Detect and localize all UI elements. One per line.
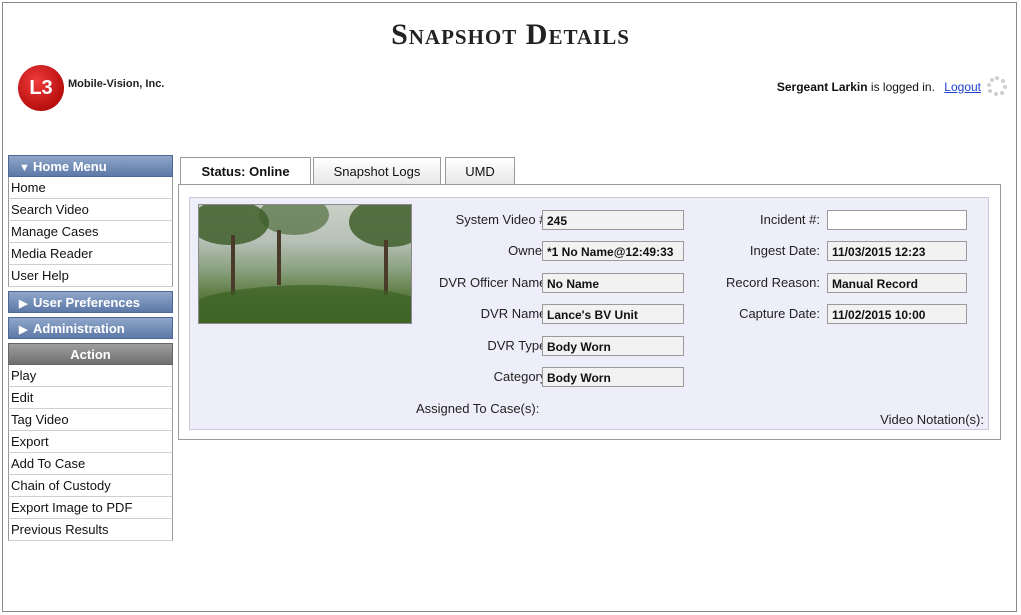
capture-date-label: Capture Date: [739, 306, 820, 321]
dvr-officer-field: No Name [542, 273, 684, 293]
home-menu-label: Home Menu [33, 159, 107, 174]
administration-label: Administration [33, 321, 125, 336]
ingest-date-label: Ingest Date: [749, 243, 820, 258]
user-name: Sergeant Larkin [776, 80, 868, 94]
action-item-tag-video[interactable]: Tag Video [8, 409, 173, 431]
action-item-play[interactable]: Play [8, 365, 173, 387]
menu-item-media-reader[interactable]: Media Reader [8, 243, 173, 265]
category-field: Body Worn [542, 367, 684, 387]
system-video-field: 245 [542, 210, 684, 230]
logout-link[interactable]: Logout [944, 80, 981, 94]
home-menu-header[interactable]: ▼ Home Menu [8, 155, 173, 177]
system-video-label: System Video #: [455, 212, 550, 227]
record-reason-label: Record Reason: [726, 275, 820, 290]
category-label: Category: [493, 369, 550, 384]
dvr-name-field: Lance's BV Unit [542, 304, 684, 324]
menu-item-user-help[interactable]: User Help [8, 265, 173, 287]
user-preferences-header[interactable]: ▶ User Preferences [8, 291, 173, 313]
assigned-cases-label: Assigned To Case(s): [416, 401, 540, 416]
menu-item-manage-cases[interactable]: Manage Cases [8, 221, 173, 243]
expand-right-icon: ▶ [19, 298, 28, 310]
page-title: Snapshot Details [391, 18, 630, 51]
dvr-type-label: DVR Type: [487, 338, 550, 353]
dvr-type-field: Body Worn [542, 336, 684, 356]
owner-field: *1 No Name@12:49:33 [542, 241, 684, 261]
user-preferences-label: User Preferences [33, 295, 140, 310]
action-header: Action [8, 343, 173, 365]
snapshot-thumbnail[interactable] [198, 204, 412, 324]
administration-header[interactable]: ▶ Administration [8, 317, 173, 339]
action-item-edit[interactable]: Edit [8, 387, 173, 409]
action-item-add-to-case[interactable]: Add To Case [8, 453, 173, 475]
tab-snapshot-logs[interactable]: Snapshot Logs [313, 157, 441, 185]
action-item-export-image-pdf[interactable]: Export Image to PDF [8, 497, 173, 519]
login-status: Sergeant Larkin is logged in. Logout [777, 80, 981, 94]
tab-status-online[interactable]: Status: Online [180, 157, 311, 186]
sidebar: ▼ Home Menu Home Search Video Manage Case… [8, 155, 173, 541]
record-reason-field: Manual Record [827, 273, 967, 293]
video-notation-label: Video Notation(s): [880, 412, 984, 427]
details-panel: System Video #: 245 Owner: *1 No Name@12… [178, 184, 1001, 440]
action-item-chain-of-custody[interactable]: Chain of Custody [8, 475, 173, 497]
collapse-down-icon: ▼ [19, 162, 30, 174]
action-item-previous-results[interactable]: Previous Results [8, 519, 173, 541]
tab-umd[interactable]: UMD [445, 157, 515, 185]
menu-item-home[interactable]: Home [8, 177, 173, 199]
logo-mark: L3 [29, 77, 53, 99]
company-logo: L3 [18, 65, 64, 111]
capture-date-field: 11/02/2015 10:00 [827, 304, 967, 324]
dvr-officer-label: DVR Officer Name: [438, 275, 550, 290]
incident-label: Incident #: [760, 212, 820, 227]
details-area: System Video #: 245 Owner: *1 No Name@12… [189, 197, 989, 430]
company-name: Mobile-Vision, Inc. [68, 78, 165, 90]
action-item-export[interactable]: Export [8, 431, 173, 453]
loading-spinner-icon [987, 76, 1007, 96]
menu-item-search-video[interactable]: Search Video [8, 199, 173, 221]
incident-field [827, 210, 967, 230]
owner-label: Owner: [508, 243, 550, 258]
login-suffix: is logged in. [867, 80, 935, 94]
ingest-date-field: 11/03/2015 12:23 [827, 241, 967, 261]
dvr-name-label: DVR Name: [480, 306, 550, 321]
expand-right-icon: ▶ [19, 324, 28, 336]
